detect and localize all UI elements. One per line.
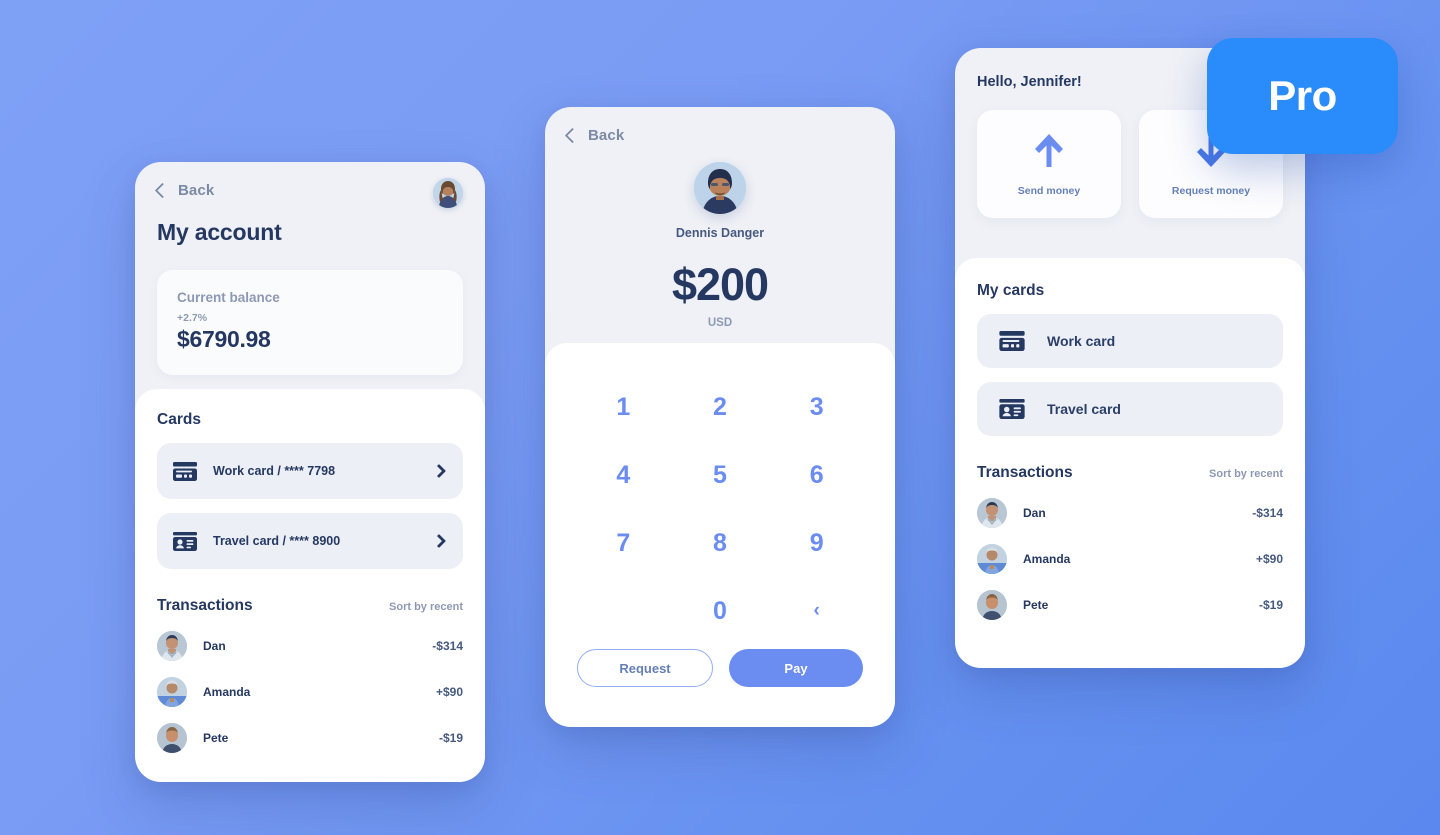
back-button-label: Back bbox=[588, 127, 625, 144]
id-card-icon bbox=[173, 531, 197, 551]
avatar bbox=[977, 590, 1007, 620]
sort-by-recent-button[interactable]: Sort by recent bbox=[1209, 468, 1283, 480]
request-button[interactable]: Request bbox=[577, 649, 713, 687]
transaction-name: Dan bbox=[1023, 506, 1046, 520]
avatar bbox=[977, 544, 1007, 574]
transaction-row-pete[interactable]: Pete -$19 bbox=[977, 590, 1283, 620]
account-content-sheet: Cards Work card / **** 7798 Travel card … bbox=[135, 389, 485, 782]
back-button-pay[interactable]: Back bbox=[564, 127, 873, 144]
id-card-icon bbox=[999, 399, 1025, 419]
card-list-item-label: Work card / **** 7798 bbox=[213, 464, 336, 478]
transaction-amount: -$314 bbox=[1252, 506, 1283, 520]
keypad-key-0[interactable]: 0 bbox=[672, 581, 769, 641]
transaction-name: Pete bbox=[203, 731, 229, 745]
home-card-item-work[interactable]: Work card bbox=[977, 314, 1283, 368]
keypad-key-7[interactable]: 7 bbox=[575, 513, 672, 573]
page-title: My account bbox=[157, 219, 282, 245]
keypad-key-9[interactable]: 9 bbox=[768, 513, 865, 573]
balance-label: Current balance bbox=[177, 290, 280, 305]
avatar bbox=[977, 498, 1007, 528]
keypad-key-4[interactable]: 4 bbox=[575, 445, 672, 505]
transaction-amount: +$90 bbox=[435, 685, 463, 699]
transactions-header: Transactions Sort by recent bbox=[157, 597, 463, 615]
keypad-key-3[interactable]: 3 bbox=[768, 377, 865, 437]
card-list-item-travel[interactable]: Travel card / **** 8900 bbox=[157, 513, 463, 569]
transaction-name: Amanda bbox=[1023, 552, 1071, 566]
send-money-button[interactable]: Send money bbox=[977, 110, 1121, 218]
avatar[interactable] bbox=[433, 178, 463, 208]
home-card-item-label: Travel card bbox=[1047, 401, 1121, 417]
chevron-right-icon bbox=[431, 463, 447, 479]
transaction-row-pete[interactable]: Pete -$19 bbox=[157, 723, 463, 753]
my-cards-title: My cards bbox=[977, 282, 1045, 299]
transaction-amount: +$90 bbox=[1255, 552, 1283, 566]
back-button-account[interactable]: Back bbox=[154, 182, 463, 199]
phone-screen-my-account: Back My account Current balance +2.7% $6… bbox=[135, 162, 485, 782]
pay-action-buttons: Request Pay bbox=[575, 649, 865, 687]
card-list-item-work[interactable]: Work card / **** 7798 bbox=[157, 443, 463, 499]
account-header: Back My account Current balance +2.7% $6… bbox=[135, 162, 485, 375]
sort-by-recent-button[interactable]: Sort by recent bbox=[389, 601, 463, 613]
transaction-row-amanda[interactable]: Amanda +$90 bbox=[977, 544, 1283, 574]
pay-header: Back Dennis Danger $200 USD bbox=[545, 107, 895, 329]
transaction-name: Dan bbox=[203, 639, 226, 653]
payee-block: Dennis Danger $200 USD bbox=[567, 162, 873, 329]
pay-keypad-sheet: 1 2 3 4 5 6 7 8 9 0 ‹ Request Pay bbox=[545, 343, 895, 727]
transaction-name: Pete bbox=[1023, 598, 1049, 612]
transaction-amount: -$19 bbox=[1258, 598, 1283, 612]
pro-badge-label: Pro bbox=[1268, 72, 1337, 119]
pay-currency: USD bbox=[707, 317, 733, 329]
phone-screen-pay: Back Dennis Danger $200 USD 1 2 3 4 5 6 … bbox=[545, 107, 895, 727]
arrow-up-icon bbox=[1032, 131, 1066, 169]
keypad-key-1[interactable]: 1 bbox=[575, 377, 672, 437]
keypad-backspace-icon[interactable]: ‹ bbox=[768, 581, 865, 641]
keypad-key-empty bbox=[575, 581, 672, 641]
credit-card-icon bbox=[999, 331, 1025, 351]
transaction-row-dan[interactable]: Dan -$314 bbox=[157, 631, 463, 661]
card-list-item-label: Travel card / **** 8900 bbox=[213, 534, 341, 548]
home-card-item-label: Work card bbox=[1047, 333, 1116, 349]
send-money-label: Send money bbox=[1017, 185, 1081, 197]
back-button-label: Back bbox=[178, 182, 215, 199]
transactions-header: Transactions Sort by recent bbox=[977, 464, 1283, 482]
transaction-amount: -$19 bbox=[438, 731, 463, 745]
transaction-name: Amanda bbox=[203, 685, 251, 699]
request-money-label: Request money bbox=[1171, 185, 1251, 197]
home-card-item-travel[interactable]: Travel card bbox=[977, 382, 1283, 436]
app-showcase-canvas: Back My account Current balance +2.7% $6… bbox=[0, 0, 1440, 835]
avatar bbox=[157, 677, 187, 707]
credit-card-icon bbox=[173, 461, 197, 481]
chevron-right-icon bbox=[431, 533, 447, 549]
pay-button[interactable]: Pay bbox=[729, 649, 863, 687]
pay-amount: $200 bbox=[671, 259, 769, 310]
pro-badge[interactable]: Pro bbox=[1207, 38, 1398, 154]
chevron-left-icon bbox=[154, 182, 171, 199]
home-content-sheet: My cards Work card Travel card Transacti… bbox=[955, 258, 1305, 668]
balance-delta: +2.7% bbox=[177, 312, 208, 324]
avatar bbox=[157, 631, 187, 661]
transaction-row-amanda[interactable]: Amanda +$90 bbox=[157, 677, 463, 707]
transaction-amount: -$314 bbox=[432, 639, 463, 653]
payee-name: Dennis Danger bbox=[675, 226, 765, 240]
keypad-key-6[interactable]: 6 bbox=[768, 445, 865, 505]
keypad-key-5[interactable]: 5 bbox=[672, 445, 769, 505]
cards-section-title: Cards bbox=[157, 411, 201, 428]
numeric-keypad: 1 2 3 4 5 6 7 8 9 0 ‹ bbox=[575, 377, 865, 641]
transactions-title: Transactions bbox=[977, 464, 1073, 481]
keypad-key-2[interactable]: 2 bbox=[672, 377, 769, 437]
current-balance-card[interactable]: Current balance +2.7% $6790.98 bbox=[157, 270, 463, 375]
transactions-title: Transactions bbox=[157, 597, 253, 614]
transaction-row-dan[interactable]: Dan -$314 bbox=[977, 498, 1283, 528]
chevron-left-icon bbox=[564, 127, 581, 144]
avatar bbox=[694, 162, 746, 214]
keypad-key-8[interactable]: 8 bbox=[672, 513, 769, 573]
balance-amount: $6790.98 bbox=[177, 326, 271, 352]
avatar bbox=[157, 723, 187, 753]
